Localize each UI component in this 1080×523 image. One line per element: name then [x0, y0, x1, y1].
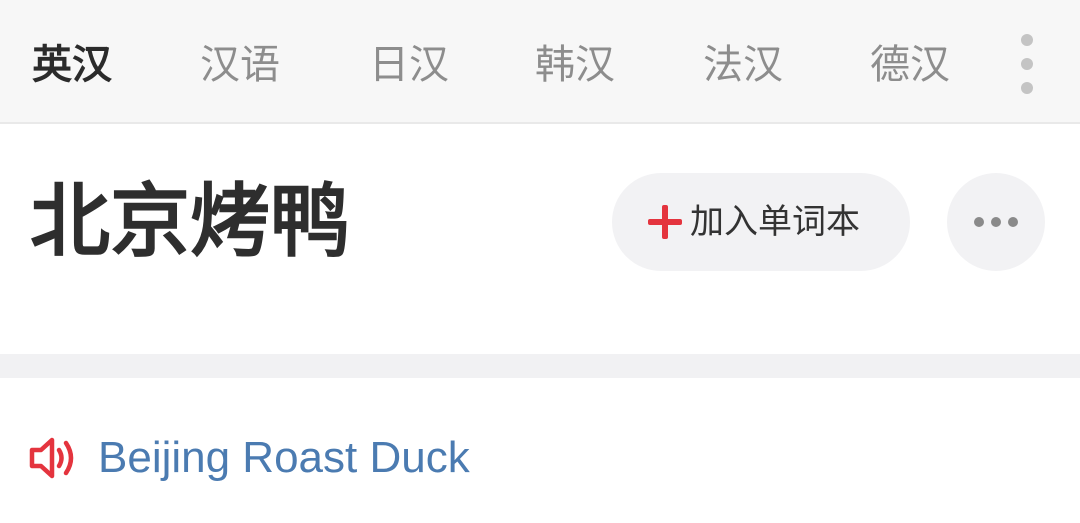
tab-ja-zh[interactable]: 日汉 [369, 38, 449, 92]
tab-ko-zh[interactable]: 韩汉 [535, 38, 615, 92]
ellipsis-icon [974, 217, 984, 227]
speaker-icon[interactable] [28, 435, 78, 481]
add-to-wordbook-button[interactable]: 加入单词本 [612, 173, 910, 271]
kebab-menu-icon[interactable] [1010, 34, 1044, 96]
tab-zh[interactable]: 汉语 [200, 38, 280, 92]
more-options-button[interactable] [947, 173, 1045, 271]
headword-title: 北京烤鸭 [30, 175, 350, 268]
dictionary-page: 英汉 汉语 日汉 韩汉 法汉 德汉 北京烤鸭 加入单词本 Beijing Roa… [0, 0, 1080, 523]
plus-icon [648, 205, 682, 239]
tab-de-zh[interactable]: 德汉 [870, 38, 950, 92]
section-divider [0, 354, 1080, 378]
tab-fr-zh[interactable]: 法汉 [703, 38, 783, 92]
tab-en-zh[interactable]: 英汉 [32, 38, 112, 92]
translation-text[interactable]: Beijing Roast Duck [98, 430, 470, 486]
add-to-wordbook-label: 加入单词本 [690, 202, 860, 242]
language-tab-bar: 英汉 汉语 日汉 韩汉 法汉 德汉 [0, 0, 1080, 124]
